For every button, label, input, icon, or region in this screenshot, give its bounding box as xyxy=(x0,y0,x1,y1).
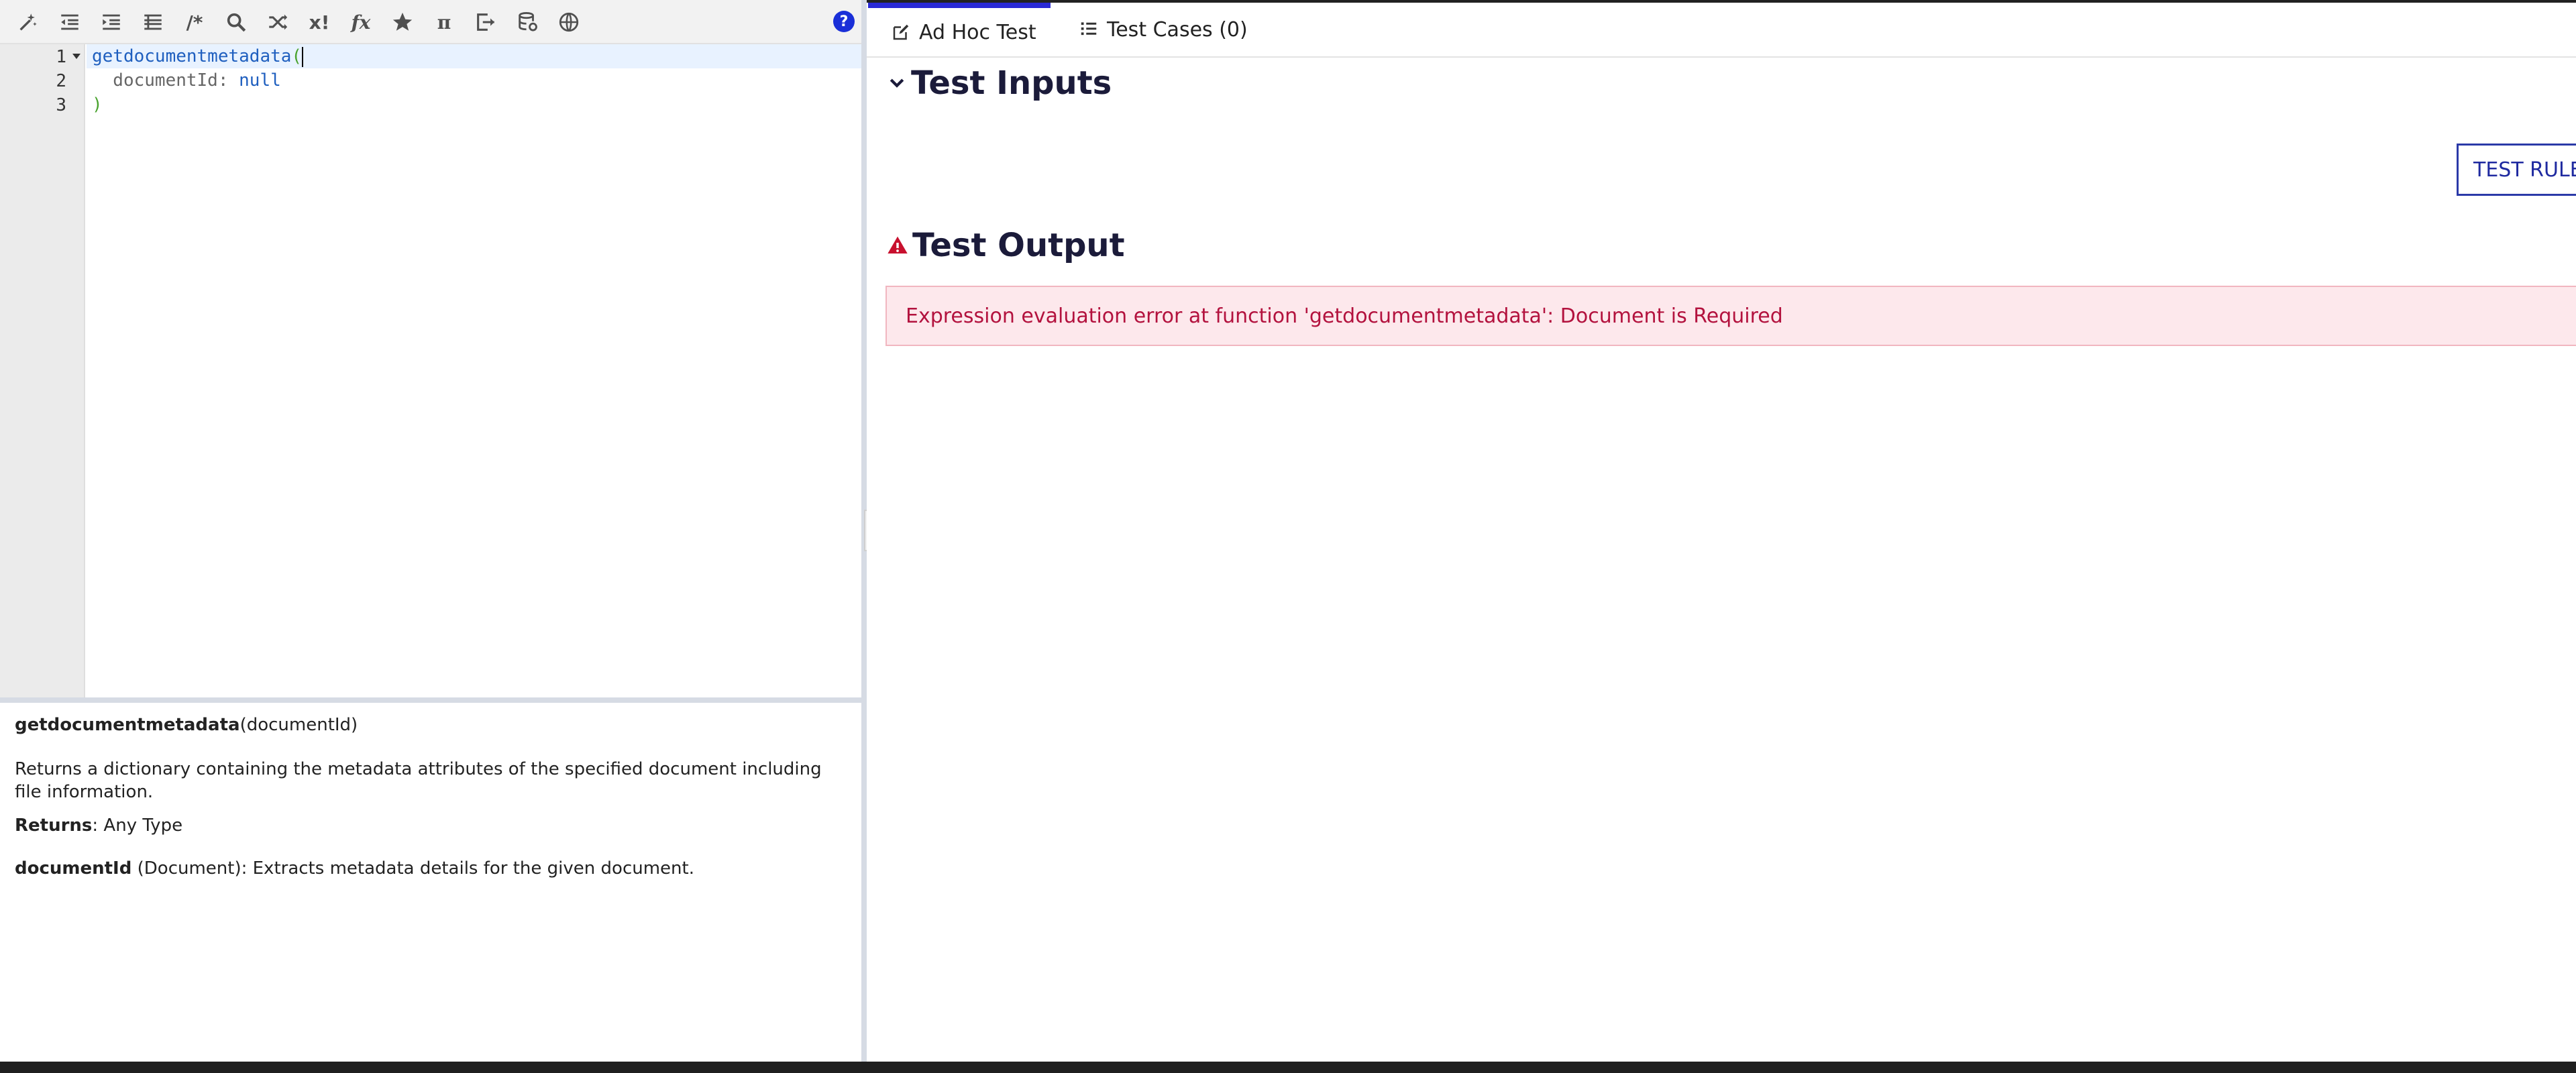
tab-label: Test Cases (0) xyxy=(1107,17,1248,42)
list-icon xyxy=(1081,22,1097,36)
taskbar-strip xyxy=(0,1062,2576,1073)
test-tabs: Ad Hoc Test Test Cases (0) xyxy=(867,3,2576,58)
horizontal-splitter[interactable] xyxy=(0,697,861,703)
shuffle-icon[interactable] xyxy=(263,9,292,36)
code-line-1[interactable]: getdocumentmetadata( xyxy=(92,44,304,68)
list-icon[interactable] xyxy=(138,9,168,36)
line-number-gutter: 1 2 3 xyxy=(0,44,85,697)
expression-editor-pane: /* x! fx π ? 1 2 3 getdocumentmetadata(… xyxy=(0,0,861,1062)
fold-arrow-icon[interactable] xyxy=(72,54,80,59)
function-parameter: documentId (Document): Extracts metadata… xyxy=(15,858,694,879)
indent-icon[interactable] xyxy=(97,9,126,36)
function-returns: Returns: Any Type xyxy=(15,815,183,836)
text-caret xyxy=(302,46,304,67)
edit-icon xyxy=(893,24,909,40)
code-line-2[interactable]: documentId: null xyxy=(92,68,280,93)
test-pane: Ad Hoc Test Test Cases (0) Test Inputs T… xyxy=(867,0,2576,1062)
code-editor[interactable]: 1 2 3 getdocumentmetadata( documentId: n… xyxy=(0,44,861,697)
tab-ad-hoc-test[interactable]: Ad Hoc Test xyxy=(868,3,1051,56)
line-number: 2 xyxy=(56,71,66,91)
function-signature: getdocumentmetadata(documentId) xyxy=(15,715,358,735)
outdent-icon[interactable] xyxy=(55,9,85,36)
test-output-header: Test Output xyxy=(887,227,1125,264)
function-description: Returns a dictionary containing the meta… xyxy=(15,759,822,802)
comment-icon[interactable]: /* xyxy=(180,9,209,36)
star-icon[interactable] xyxy=(388,9,417,36)
magic-wand-icon[interactable] xyxy=(13,9,43,36)
fx-icon[interactable]: fx xyxy=(346,9,376,36)
search-icon[interactable] xyxy=(221,9,251,36)
editor-toolbar: /* x! fx π ? xyxy=(0,0,861,44)
warning-icon xyxy=(888,236,908,253)
globe-icon[interactable] xyxy=(554,9,584,36)
tab-label: Ad Hoc Test xyxy=(919,20,1036,44)
pi-icon[interactable]: π xyxy=(429,9,459,36)
line-number: 3 xyxy=(56,95,66,115)
line-number: 1 xyxy=(56,47,66,67)
tab-test-cases[interactable]: Test Cases (0) xyxy=(1076,3,1264,56)
code-line-3[interactable]: ) xyxy=(92,93,103,117)
section-title: Test Inputs xyxy=(911,64,1112,102)
xfunction-icon[interactable]: x! xyxy=(305,9,334,36)
section-title: Test Output xyxy=(912,227,1125,264)
database-icon[interactable] xyxy=(513,9,542,36)
test-rule-button[interactable]: TEST RULE xyxy=(2457,144,2576,196)
error-message: Expression evaluation error at function … xyxy=(885,286,2576,346)
function-documentation: getdocumentmetadata(documentId) Returns … xyxy=(0,703,861,1062)
help-icon[interactable]: ? xyxy=(833,11,855,32)
app-window: /* x! fx π ? 1 2 3 getdocumentmetadata(… xyxy=(0,0,2576,1073)
test-inputs-header[interactable]: Test Inputs xyxy=(887,64,1112,102)
chevron-down-icon xyxy=(890,78,904,88)
export-icon[interactable] xyxy=(471,9,500,36)
